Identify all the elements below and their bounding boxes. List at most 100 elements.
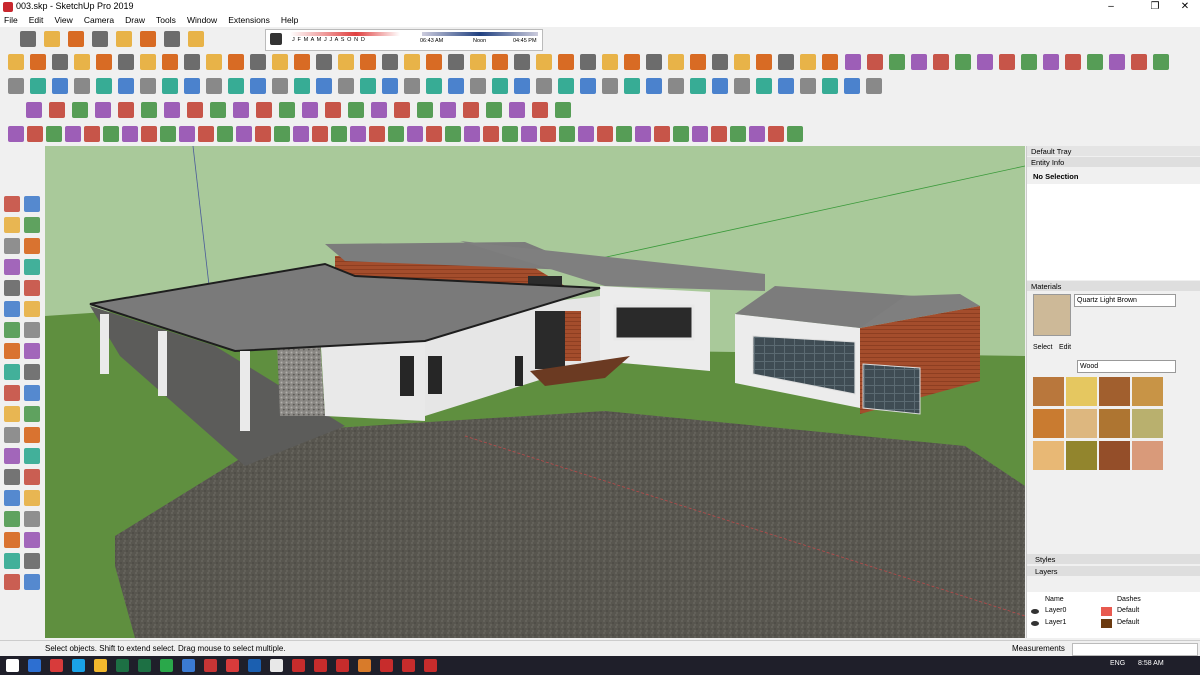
shadow-toggle-icon[interactable] [270,33,282,45]
taskbar-app-icon[interactable] [94,659,107,672]
language-indicator[interactable]: ENG [1110,660,1125,667]
view-tool-icon[interactable] [999,54,1015,70]
edit-tool-icon[interactable] [844,78,860,94]
main-tool-icon[interactable] [822,54,838,70]
large-tool-icon[interactable] [4,532,20,548]
large-tool-icon[interactable] [4,259,20,275]
solid-tool-icon[interactable] [369,126,385,142]
view-tool-icon[interactable] [1021,54,1037,70]
material-library-select[interactable]: Wood [1077,360,1176,373]
main-tool-icon[interactable] [360,54,376,70]
edit-tool-icon[interactable] [514,78,530,94]
edit-tool-icon[interactable] [140,78,156,94]
menu-tools[interactable]: Tools [152,14,180,27]
close-button[interactable]: ✕ [1170,0,1200,14]
large-tool-icon[interactable] [4,469,20,485]
maximize-button[interactable]: ❐ [1140,0,1170,14]
sandbox-tool-icon[interactable] [187,102,203,118]
solid-tool-icon[interactable] [179,126,195,142]
material-swatch[interactable] [1033,377,1064,406]
main-tool-icon[interactable] [74,54,90,70]
solid-tool-icon[interactable] [103,126,119,142]
solid-tool-icon[interactable] [293,126,309,142]
styles-header[interactable]: Styles [1027,554,1200,564]
taskbar-app-icon[interactable] [204,659,217,672]
large-tool-icon[interactable] [24,532,40,548]
taskbar-app-icon[interactable] [160,659,173,672]
menu-help[interactable]: Help [277,14,302,27]
sandbox-tool-icon[interactable] [26,102,42,118]
solid-tool-icon[interactable] [730,126,746,142]
edit-tool-icon[interactable] [558,78,574,94]
large-tool-icon[interactable] [24,553,40,569]
main-tool-icon[interactable] [206,54,222,70]
standard-tool-icon[interactable] [44,31,60,47]
large-tool-icon[interactable] [24,196,40,212]
standard-tool-icon[interactable] [188,31,204,47]
solid-tool-icon[interactable] [331,126,347,142]
main-tool-icon[interactable] [800,54,816,70]
menu-draw[interactable]: Draw [121,14,149,27]
menu-window[interactable]: Window [183,14,221,27]
layer-dashes[interactable]: Default [1117,607,1139,614]
large-tool-icon[interactable] [4,511,20,527]
main-tool-icon[interactable] [536,54,552,70]
main-tool-icon[interactable] [646,54,662,70]
taskbar-app-icon[interactable] [116,659,129,672]
main-tool-icon[interactable] [30,54,46,70]
sandbox-tool-icon[interactable] [95,102,111,118]
main-tool-icon[interactable] [580,54,596,70]
sandbox-tool-icon[interactable] [302,102,318,118]
view-tool-icon[interactable] [911,54,927,70]
solid-tool-icon[interactable] [749,126,765,142]
large-tool-icon[interactable] [4,322,20,338]
standard-tool-icon[interactable] [20,31,36,47]
current-material-thumb[interactable] [1033,294,1071,336]
solid-tool-icon[interactable] [502,126,518,142]
layers-header[interactable]: Layers [1027,566,1200,576]
edit-tool-icon[interactable] [52,78,68,94]
material-swatch[interactable] [1132,441,1163,470]
sandbox-tool-icon[interactable] [348,102,364,118]
menu-extensions[interactable]: Extensions [224,14,274,27]
solid-tool-icon[interactable] [255,126,271,142]
material-swatch[interactable] [1066,409,1097,438]
material-swatch[interactable] [1132,409,1163,438]
main-tool-icon[interactable] [756,54,772,70]
solid-tool-icon[interactable] [426,126,442,142]
edit-tool-icon[interactable] [228,78,244,94]
material-name-field[interactable]: Quartz Light Brown [1074,294,1176,307]
solid-tool-icon[interactable] [388,126,404,142]
edit-tool-icon[interactable] [712,78,728,94]
view-tool-icon[interactable] [1131,54,1147,70]
main-tool-icon[interactable] [492,54,508,70]
solid-tool-icon[interactable] [122,126,138,142]
edit-tool-icon[interactable] [272,78,288,94]
large-tool-icon[interactable] [4,553,20,569]
taskbar-app-icon[interactable] [292,659,305,672]
solid-tool-icon[interactable] [217,126,233,142]
time-slider[interactable] [422,32,538,36]
edit-tool-icon[interactable] [96,78,112,94]
large-tool-icon[interactable] [4,385,20,401]
view-tool-icon[interactable] [955,54,971,70]
edit-tool-icon[interactable] [338,78,354,94]
main-tool-icon[interactable] [668,54,684,70]
measurements-input[interactable] [1072,643,1198,656]
edit-tool-icon[interactable] [624,78,640,94]
solid-tool-icon[interactable] [616,126,632,142]
edit-tool-icon[interactable] [800,78,816,94]
large-tool-icon[interactable] [24,343,40,359]
shadow-settings-panel[interactable]: J F M A M J J A S O N D 06:43 AM Noon 04… [265,29,543,51]
main-tool-icon[interactable] [118,54,134,70]
edit-tool-icon[interactable] [492,78,508,94]
solid-tool-icon[interactable] [141,126,157,142]
main-tool-icon[interactable] [514,54,530,70]
solid-tool-icon[interactable] [559,126,575,142]
edit-tool-icon[interactable] [404,78,420,94]
solid-tool-icon[interactable] [597,126,613,142]
material-swatch[interactable] [1033,409,1064,438]
solid-tool-icon[interactable] [8,126,24,142]
large-tool-icon[interactable] [4,574,20,590]
large-tool-icon[interactable] [24,427,40,443]
